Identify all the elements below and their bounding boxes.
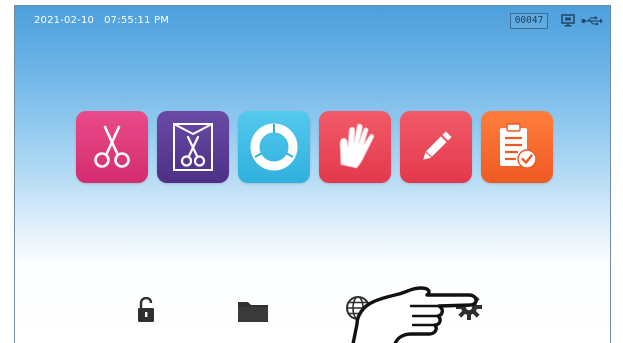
date-text: 2021-02-10 — [34, 15, 95, 26]
usb-icon — [581, 16, 603, 26]
cycle-counter: 00047 — [510, 13, 548, 29]
scissors-icon — [94, 125, 130, 168]
time-text: 07:55:11 PM — [104, 15, 170, 26]
pointing-hand-icon — [339, 282, 489, 343]
clipboard-check-icon — [500, 123, 537, 169]
folder-icon[interactable] — [237, 299, 269, 323]
checklist-program-tile[interactable] — [481, 111, 553, 183]
glove-program-tile[interactable] — [319, 111, 391, 183]
glove-icon — [339, 123, 375, 169]
status-bar: 2021-02-10 07:55:11 PM 00047 — [15, 6, 610, 36]
cycle-program-tile[interactable] — [238, 111, 310, 183]
pouched-instruments-program-tile[interactable] — [157, 111, 229, 183]
display-icon[interactable] — [561, 14, 575, 27]
touch-screen: 2021-02-10 07:55:11 PM 00047 — [14, 5, 611, 343]
edit-program-tile[interactable] — [400, 111, 472, 183]
unlock-icon[interactable] — [137, 297, 155, 323]
instruments-program-tile[interactable] — [76, 111, 148, 183]
pencil-icon — [423, 131, 452, 160]
cycle-ring-icon — [250, 123, 298, 171]
date-time-display: 2021-02-10 07:55:11 PM — [34, 15, 169, 26]
pouched-scissors-icon — [173, 123, 213, 171]
